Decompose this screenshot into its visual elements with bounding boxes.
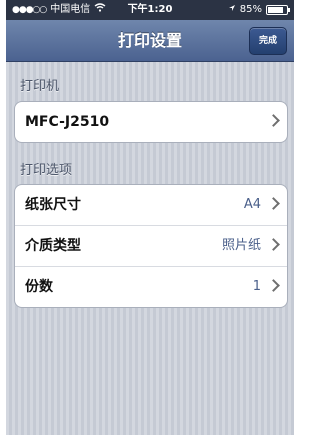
printer-section-header: 打印机 bbox=[20, 79, 60, 94]
copies-row[interactable]: 份数 1 bbox=[15, 267, 287, 307]
media-type-value: 照片纸 bbox=[221, 238, 261, 253]
battery-percent: 85% bbox=[239, 4, 262, 15]
chevron-right-icon bbox=[267, 114, 280, 127]
paper-size-value: A4 bbox=[243, 197, 261, 212]
phone-screen: ●●●○○ 中国电信 下午1:20 85% 打印设置 完成 打印机 MFC-J2… bbox=[6, 0, 294, 435]
status-bar: ●●●○○ 中国电信 下午1:20 85% bbox=[6, 0, 294, 20]
chevron-right-icon bbox=[267, 279, 280, 292]
navigation-bar: 打印设置 完成 bbox=[6, 20, 294, 62]
location-icon bbox=[228, 0, 236, 20]
media-type-label: 介质类型 bbox=[25, 238, 81, 254]
options-section-header: 打印选项 bbox=[20, 163, 73, 178]
printer-name: MFC-J2510 bbox=[25, 114, 110, 130]
paper-size-row[interactable]: 纸张尺寸 A4 bbox=[15, 185, 287, 226]
printer-group: MFC-J2510 bbox=[14, 101, 288, 143]
done-button[interactable]: 完成 bbox=[249, 27, 287, 55]
paper-size-label: 纸张尺寸 bbox=[25, 197, 81, 213]
media-type-row[interactable]: 介质类型 照片纸 bbox=[15, 226, 287, 267]
printer-select-row[interactable]: MFC-J2510 bbox=[15, 102, 287, 142]
status-right: 85% bbox=[228, 0, 290, 20]
options-group: 纸张尺寸 A4 介质类型 照片纸 份数 1 bbox=[14, 184, 288, 308]
battery-icon bbox=[266, 5, 290, 15]
copies-value: 1 bbox=[252, 279, 261, 294]
chevron-right-icon bbox=[267, 238, 280, 251]
chevron-right-icon bbox=[267, 197, 280, 210]
copies-label: 份数 bbox=[25, 279, 53, 295]
